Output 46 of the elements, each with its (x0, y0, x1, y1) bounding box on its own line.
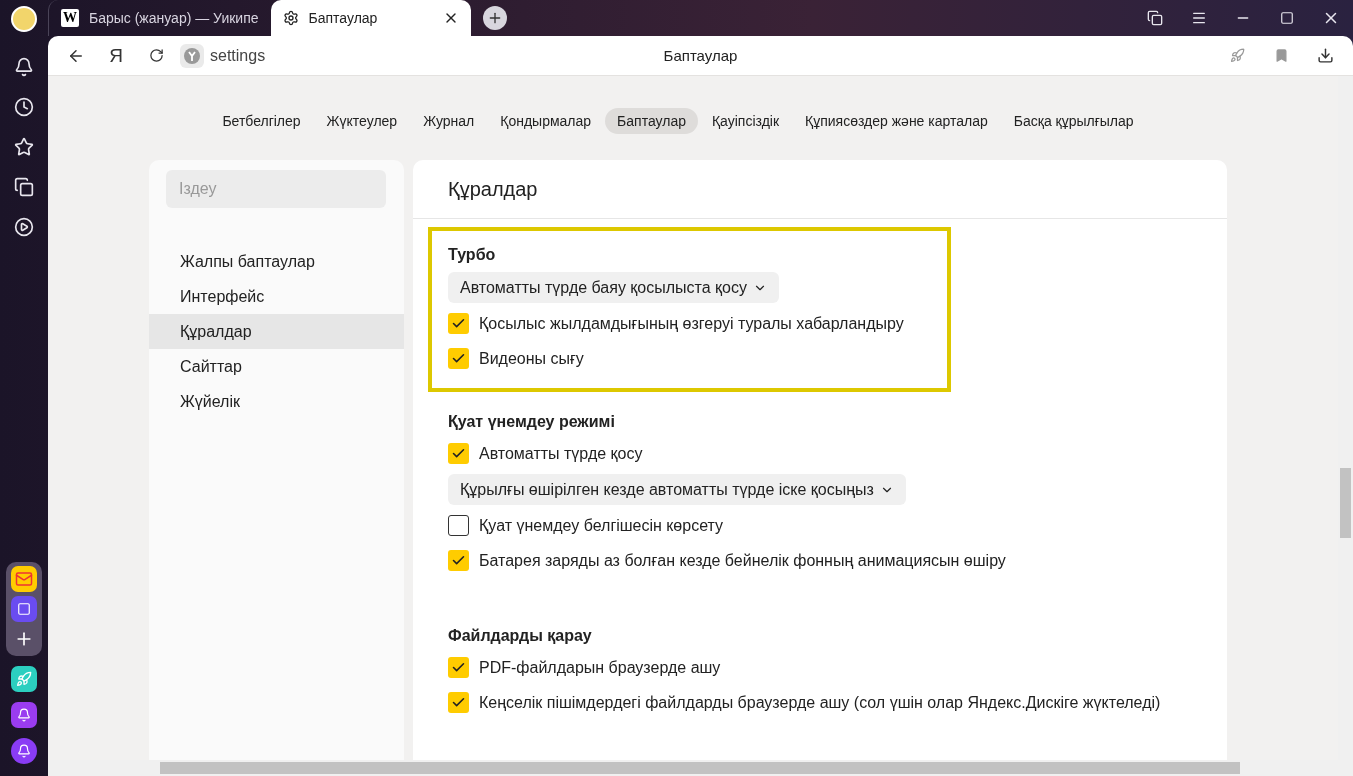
checkbox-label: Батарея заряды аз болған кезде бейнелік фонның анимациясын өшіру (479, 551, 1006, 570)
checkbox-label: Кеңселік пішімдердегі файлдарды браузерде ашу (сол үшін олар Яндекс.Дискіге жүктеледі) (479, 693, 1161, 712)
horizontal-scrollbar[interactable] (48, 760, 1353, 776)
nav-tab[interactable]: Жүктеулер (314, 108, 410, 134)
section-title: Файлдарды қарау (448, 626, 593, 646)
section-title: Қуат үнемдеу режимі (448, 412, 616, 432)
favicon: W (61, 9, 79, 27)
nav-tab[interactable]: Қауіпсіздік (699, 108, 792, 134)
checkbox-label: Видеоны сығу (479, 349, 584, 368)
sidebar-item[interactable]: Жүйелік (149, 384, 404, 419)
nav-tab[interactable]: Қондырмалар (488, 108, 604, 134)
dropdown[interactable]: Құрылғы өшірілген кезде автоматты түрде іске қосыңыз (448, 474, 906, 505)
page-title: Баптаулар (663, 47, 738, 64)
send-icon[interactable] (11, 666, 37, 692)
checkbox[interactable] (448, 443, 469, 464)
nav-tab[interactable]: Құпиясөздер және карталар (793, 108, 1000, 134)
checkbox[interactable] (448, 692, 469, 713)
panel-title: Құралдар (413, 160, 1227, 219)
site-icon[interactable] (180, 43, 204, 68)
checkbox-label: PDF-файлдарын браузерде ашу (479, 658, 721, 677)
checkbox[interactable] (448, 657, 469, 678)
checkbox-label: Қуат үнемдеу белгішесін көрсету (479, 516, 723, 535)
nav-tab[interactable]: Баптаулар (605, 108, 698, 134)
nav-tab[interactable]: Бетбелгілер (210, 108, 313, 134)
checkbox-label: Қосылыс жылдамдығының өзгеруі туралы хабарландыру (479, 314, 904, 333)
new-tab-button[interactable] (482, 6, 507, 30)
sidebar-item[interactable]: Құралдар (149, 314, 404, 349)
nav-tab[interactable]: Журнал (411, 108, 487, 134)
checkbox[interactable] (448, 550, 469, 571)
dropdown[interactable]: Автоматты түрде баяу қосылыста қосу (448, 272, 779, 303)
checkbox[interactable] (448, 515, 469, 536)
nav-tab[interactable]: Басқа құрылғылар (1001, 108, 1146, 134)
section-title: Турбо (448, 245, 497, 265)
checkbox[interactable] (448, 348, 469, 369)
mail-icon[interactable] (11, 566, 37, 592)
avatar[interactable] (11, 6, 37, 32)
browser-tab[interactable]: Баптаулар (270, 0, 471, 36)
sidebar-item[interactable]: Жалпы баптаулар (149, 244, 404, 279)
sidebar-item[interactable]: Сайттар (149, 349, 404, 384)
yandex-button[interactable]: Я (96, 39, 136, 72)
address-text[interactable]: settings (210, 46, 266, 65)
checkbox-label: Автоматты түрде қосу (479, 444, 643, 463)
checkbox[interactable] (448, 313, 469, 334)
gear-icon (282, 10, 299, 26)
search-field[interactable]: Іздеу (166, 170, 386, 208)
sidebar-item[interactable]: Интерфейс (149, 279, 404, 314)
